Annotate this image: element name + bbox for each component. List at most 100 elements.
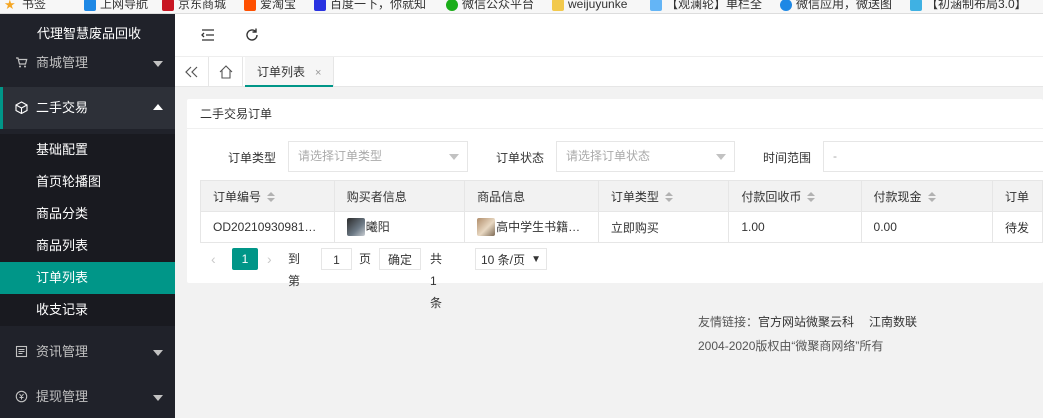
- sort-icon[interactable]: [807, 192, 816, 203]
- chevron-down-icon: [153, 61, 163, 67]
- bookmark-item[interactable]: 微信应用，微送图: [780, 0, 892, 13]
- tab-order-list[interactable]: 订单列表 ×: [245, 57, 335, 87]
- friend-link[interactable]: 官方网站微聚云科: [758, 315, 854, 329]
- product-thumbnail: [477, 218, 496, 237]
- refresh-icon[interactable]: [243, 26, 261, 44]
- bookmark-item[interactable]: 京东商城: [162, 0, 226, 13]
- column-header-coins[interactable]: 付款回收币: [728, 180, 862, 212]
- order-status-select[interactable]: 请选择订单状态: [556, 141, 735, 172]
- page-unit-label: 页: [359, 252, 372, 266]
- bookmark-item[interactable]: weijuyunke: [552, 0, 627, 13]
- sort-icon[interactable]: [267, 192, 276, 203]
- chevron-down-icon: [153, 350, 163, 356]
- chevron-up-icon: [153, 104, 163, 110]
- page-icon: [650, 0, 662, 11]
- friend-link[interactable]: 江南数联: [869, 315, 917, 329]
- time-range-value: -: [833, 149, 837, 163]
- bookmark-item[interactable]: 爱淘宝: [244, 0, 296, 13]
- confirm-button[interactable]: 确定: [379, 248, 421, 270]
- bookmark-item[interactable]: 【初涵制布局3.0】: [910, 0, 1027, 13]
- time-range-label: 时间范围: [763, 151, 812, 165]
- sidebar-menu-withdraw[interactable]: 提现管理: [0, 376, 175, 418]
- cell-product: 高中学生书籍…: [464, 211, 599, 243]
- table-row[interactable]: OD20210930981… 曦阳 高中学生书籍… 立即购买 1.00 0.00…: [200, 211, 1043, 243]
- jd-icon: [162, 0, 174, 11]
- star-icon: ★: [4, 0, 16, 12]
- close-icon[interactable]: ×: [315, 67, 321, 79]
- cube-icon: [15, 101, 28, 114]
- goto-page-input[interactable]: 1: [321, 248, 352, 270]
- baidu-icon: [314, 0, 326, 11]
- sidebar-menu-label: 商城管理: [36, 55, 89, 70]
- chevron-down-icon: [449, 154, 459, 160]
- copyright: 2004-2020版权由“微聚商网络”所有: [698, 339, 884, 353]
- sidebar-item-label: 代理智慧废品回收: [37, 26, 142, 41]
- prev-page-icon[interactable]: ‹: [211, 248, 216, 270]
- order-status-placeholder: 请选择订单状态: [566, 149, 651, 163]
- home-tab[interactable]: [209, 57, 243, 87]
- sidebar-item-banner[interactable]: 首页轮播图: [0, 166, 175, 198]
- column-header-order-no[interactable]: 订单编号: [200, 180, 335, 212]
- tabs-scroll-left-button[interactable]: [175, 57, 209, 87]
- sidebar-item-finance-records[interactable]: 收支记录: [0, 294, 175, 326]
- column-header-cash[interactable]: 付款现金: [860, 180, 994, 212]
- tabs-bar: 订单列表 ×: [175, 57, 1043, 87]
- column-header-order-type[interactable]: 订单类型: [597, 180, 730, 212]
- hbuilder-icon: [910, 0, 922, 11]
- chevron-down-icon: ▼: [531, 254, 541, 265]
- cart-icon: [16, 57, 28, 68]
- order-type-select[interactable]: 请选择订单类型: [288, 141, 468, 172]
- goto-label: 到第: [288, 252, 301, 288]
- friend-links-label: 友情链接：: [698, 315, 759, 329]
- sidebar-item-orders[interactable]: 订单列表: [0, 262, 175, 294]
- cell-status: 待发: [992, 211, 1043, 243]
- order-status-label: 订单状态: [496, 151, 545, 165]
- wechat-icon: [446, 0, 458, 11]
- next-page-icon[interactable]: ›: [267, 248, 272, 270]
- order-type-placeholder: 请选择订单类型: [298, 149, 383, 163]
- sort-icon[interactable]: [664, 192, 673, 203]
- shrink-menu-icon[interactable]: [199, 26, 217, 44]
- card-title: 二手交易订单: [187, 99, 1043, 129]
- sidebar-menu-label: 资讯管理: [36, 344, 89, 359]
- bookmark-item[interactable]: 【观澜轮】单栏全: [650, 0, 762, 13]
- sort-icon[interactable]: [927, 192, 936, 203]
- sidebar-menu-secondhand[interactable]: 二手交易: [0, 87, 175, 129]
- sidebar-menu-label: 二手交易: [36, 100, 89, 115]
- cell-cash: 0.00: [860, 211, 994, 243]
- tab-label: 订单列表: [257, 65, 306, 79]
- cell-order-no: OD20210930981…: [200, 211, 335, 243]
- tab-active-indicator: [245, 85, 334, 87]
- cell-coins: 1.00: [728, 211, 862, 243]
- sidebar-menu-mall[interactable]: 商城管理: [0, 42, 175, 84]
- friend-links: 友情链接：官方网站微聚云科 江南数联: [698, 313, 917, 330]
- column-header-product: 商品信息: [464, 180, 599, 212]
- orders-table: 订单编号 购买者信息 商品信息 订单类型 付款回收币 付款现金 订单 OD202…: [200, 180, 1043, 243]
- cell-buyer: 曦阳: [333, 211, 466, 243]
- e-icon: [84, 0, 96, 11]
- column-header-status: 订单: [992, 180, 1043, 212]
- sidebar-item-products[interactable]: 商品列表: [0, 230, 175, 262]
- bookmark-item[interactable]: 微信公众平台: [446, 0, 534, 13]
- folder-icon: [552, 0, 564, 11]
- sidebar-item-basic-config[interactable]: 基础配置: [0, 134, 175, 166]
- total-count: 共 1 条: [430, 252, 443, 310]
- bookmark-item[interactable]: ★ 书签: [4, 0, 46, 13]
- sidebar-menu-news[interactable]: 资讯管理: [0, 331, 175, 373]
- bookmark-item[interactable]: 百度一下，你就知: [314, 0, 426, 13]
- time-range-input[interactable]: -: [823, 141, 1043, 172]
- chevron-down-icon: [716, 154, 726, 160]
- double-chevron-left-icon: [185, 66, 198, 78]
- bookmark-item[interactable]: 上网导航: [84, 0, 148, 13]
- page-current[interactable]: 1: [232, 248, 258, 270]
- sidebar-item-category[interactable]: 商品分类: [0, 198, 175, 230]
- page-size-select[interactable]: 10 条/页 ▼: [475, 248, 547, 270]
- avatar: [346, 218, 365, 237]
- news-icon: [15, 345, 28, 358]
- withdraw-icon: [15, 390, 28, 403]
- cell-order-type: 立即购买: [597, 211, 730, 243]
- home-icon: [219, 65, 233, 79]
- sidebar: 代理智慧废品回收 商城管理 二手交易 基础配置 首页轮播图 商品分类 商品列表 …: [0, 14, 175, 418]
- bookmarks-bar: ★ 书签 上网导航 京东商城 爱淘宝 百度一下，你就知 微信公众平台 weijuy…: [0, 0, 1043, 14]
- taobao-icon: [244, 0, 256, 11]
